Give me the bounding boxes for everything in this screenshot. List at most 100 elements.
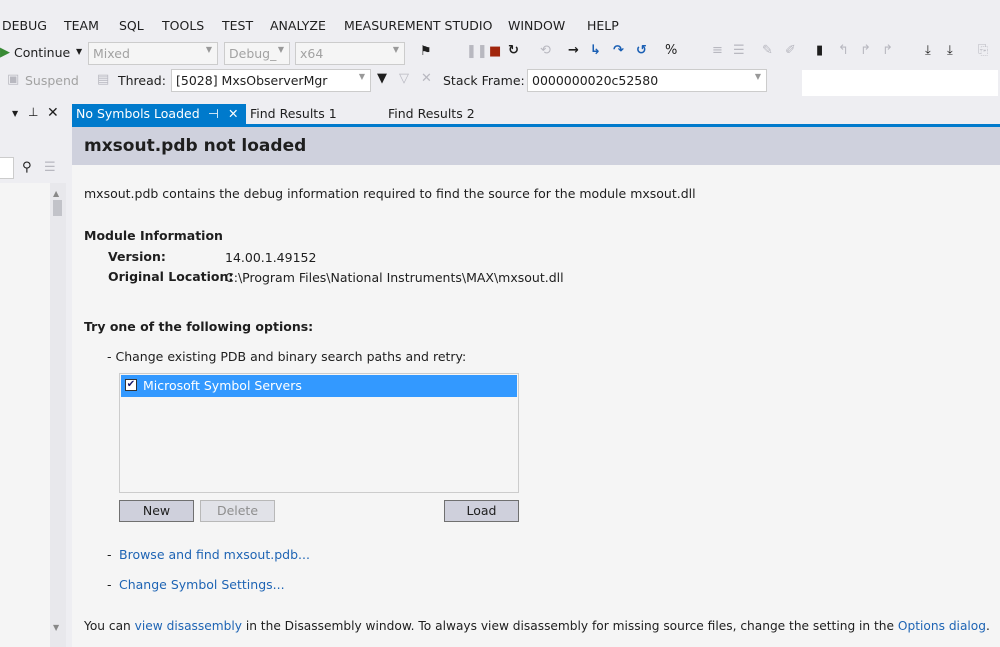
pin-icon[interactable]: ⊥ xyxy=(28,105,38,119)
continue-button[interactable]: Continue xyxy=(14,45,70,60)
list-item-label: Microsoft Symbol Servers xyxy=(143,378,302,393)
menu-tools[interactable]: TOOLS xyxy=(162,18,204,33)
browse-link[interactable]: Browse and find mxsout.pdb... xyxy=(119,547,310,562)
search-icon[interactable]: ⚲ xyxy=(22,160,32,175)
scroll-down-icon[interactable]: ▼ xyxy=(53,623,59,632)
location-label: Original Location: xyxy=(108,269,234,284)
chevron-down-icon[interactable]: ▼ xyxy=(12,109,18,118)
mode-select[interactable]: Mixed ▼ xyxy=(88,42,218,65)
menu-team[interactable]: TEAM xyxy=(64,18,99,33)
config-select[interactable]: Debug_ ▼ xyxy=(224,42,290,65)
view-disassembly-link[interactable]: view disassembly xyxy=(135,619,242,633)
clear-filter-icon[interactable]: ☰ xyxy=(44,160,56,175)
scroll-up-icon[interactable]: ▲ xyxy=(53,189,59,198)
refresh-icon[interactable]: ⟲ xyxy=(540,43,551,58)
chevron-down-icon: ▼ xyxy=(754,72,761,81)
indent-icon[interactable]: ≡ xyxy=(712,43,723,58)
footer-text-part: in the Disassembly window. To always vie… xyxy=(241,619,898,633)
bookmark-icon[interactable]: ▮ xyxy=(816,43,823,58)
freeze-icon[interactable]: ▤ xyxy=(97,72,109,87)
footer-text-part: . xyxy=(986,619,990,633)
location-value: C:\Program Files\National Instruments\MA… xyxy=(225,270,564,285)
tab-no-symbols-loaded[interactable]: No Symbols Loaded ⊣ ✕ xyxy=(72,104,246,124)
download-icon[interactable]: ⤓ xyxy=(925,43,931,58)
stop-icon[interactable]: ■ xyxy=(489,44,501,59)
version-value: 14.00.1.49152 xyxy=(225,250,317,265)
symbol-settings-link[interactable]: Change Symbol Settings... xyxy=(119,577,285,592)
tab-label: No Symbols Loaded xyxy=(76,106,200,121)
uncomment-icon[interactable]: ✐ xyxy=(785,43,796,58)
chevron-down-icon: ▼ xyxy=(392,45,399,54)
pin-icon[interactable]: ⊣ xyxy=(208,106,219,121)
suspend-button[interactable]: Suspend xyxy=(25,73,79,88)
chevron-down-icon[interactable]: ▼ xyxy=(76,47,82,56)
hex-icon[interactable]: % xyxy=(665,43,677,58)
step-out-icon[interactable]: ↺ xyxy=(636,43,647,58)
comment-icon[interactable]: ✎ xyxy=(762,43,773,58)
menu-measurement-studio[interactable]: MEASUREMENT STUDIO xyxy=(344,18,492,33)
footer-text-part: You can xyxy=(84,619,135,633)
thread-select[interactable]: [5028] MxsObserverMgr ▼ xyxy=(171,69,371,92)
delete-button[interactable]: Delete xyxy=(200,500,275,522)
page-title: mxsout.pdb not loaded xyxy=(84,136,307,156)
load-button[interactable]: Load xyxy=(444,500,519,522)
download-icon[interactable]: ⤓ xyxy=(947,43,953,58)
menu-test[interactable]: TEST xyxy=(222,18,253,33)
close-icon[interactable]: ✕ xyxy=(228,106,238,121)
close-icon[interactable]: ✕ xyxy=(47,105,59,121)
new-file-icon[interactable]: ⎘ xyxy=(978,43,988,58)
menu-window[interactable]: WINDOW xyxy=(508,18,565,33)
show-next-statement-icon[interactable]: → xyxy=(568,43,579,58)
step-over-icon[interactable]: ↷ xyxy=(613,43,624,58)
search-paths-list: ✔ Microsoft Symbol Servers xyxy=(119,373,519,493)
module-heading: Module Information xyxy=(84,228,223,243)
options-heading: Try one of the following options: xyxy=(84,319,314,334)
platform-select[interactable]: x64 ▼ xyxy=(295,42,405,65)
menu-help[interactable]: HELP xyxy=(587,18,619,33)
chevron-down-icon: ▼ xyxy=(277,45,284,54)
quick-launch[interactable] xyxy=(802,70,998,96)
pause-icon[interactable]: ❚❚ xyxy=(466,44,488,59)
bullet: - xyxy=(107,547,112,562)
config-value: Debug_ xyxy=(229,46,277,61)
filter-icon[interactable]: ▼ xyxy=(377,71,387,86)
options-dialog-link[interactable]: Options dialog xyxy=(898,619,986,633)
prev-bookmark-icon[interactable]: ↰ xyxy=(838,43,849,58)
filter-off-icon[interactable]: ▽ xyxy=(399,71,409,86)
suspend-icon: ▣ xyxy=(7,72,20,87)
panel-select[interactable] xyxy=(0,157,14,179)
step-into-icon[interactable]: ↳ xyxy=(590,43,601,58)
chevron-down-icon: ▼ xyxy=(205,45,212,54)
document-pane: mxsout.pdb not loaded mxsout.pdb contain… xyxy=(72,127,1000,647)
checkbox[interactable]: ✔ xyxy=(125,379,137,391)
menu-sql[interactable]: SQL xyxy=(119,18,144,33)
clear-bookmark-icon[interactable]: ↱ xyxy=(882,43,893,58)
panel-list xyxy=(0,183,50,647)
option-change-paths: - Change existing PDB and binary search … xyxy=(107,349,467,364)
next-bookmark-icon[interactable]: ↱ xyxy=(860,43,871,58)
attach-icon[interactable]: ⚑ xyxy=(420,44,432,59)
menu-debug[interactable]: DEBUG xyxy=(2,18,47,33)
chevron-down-icon: ▼ xyxy=(358,72,365,81)
new-button[interactable]: New xyxy=(119,500,194,522)
tab-label: Find Results 2 xyxy=(388,106,475,121)
restart-icon[interactable]: ↻ xyxy=(508,43,519,58)
stack-frame-select[interactable]: 0000000020c52580 ▼ xyxy=(527,69,767,92)
flag-icon[interactable]: ✕ xyxy=(421,71,432,86)
list-item[interactable]: ✔ Microsoft Symbol Servers xyxy=(121,375,517,397)
scrollbar[interactable]: ▲ ▼ xyxy=(50,183,66,647)
stack-frame-value: 0000000020c52580 xyxy=(532,73,659,88)
header-band: mxsout.pdb not loaded xyxy=(72,127,1000,165)
list-icon[interactable]: ☰ xyxy=(733,43,745,58)
mode-value: Mixed xyxy=(93,46,130,61)
bullet: - xyxy=(107,577,112,592)
version-label: Version: xyxy=(108,249,166,264)
footer-text: You can view disassembly in the Disassem… xyxy=(84,619,990,633)
scroll-thumb[interactable] xyxy=(53,200,62,216)
tab-find-results-1[interactable]: Find Results 1 xyxy=(246,104,341,124)
tab-label: Find Results 1 xyxy=(250,106,337,121)
menu-analyze[interactable]: ANALYZE xyxy=(270,18,326,33)
play-icon[interactable]: ▶ xyxy=(0,45,10,60)
tab-find-results-2[interactable]: Find Results 2 xyxy=(384,104,479,124)
intro-text: mxsout.pdb contains the debug informatio… xyxy=(84,186,696,201)
